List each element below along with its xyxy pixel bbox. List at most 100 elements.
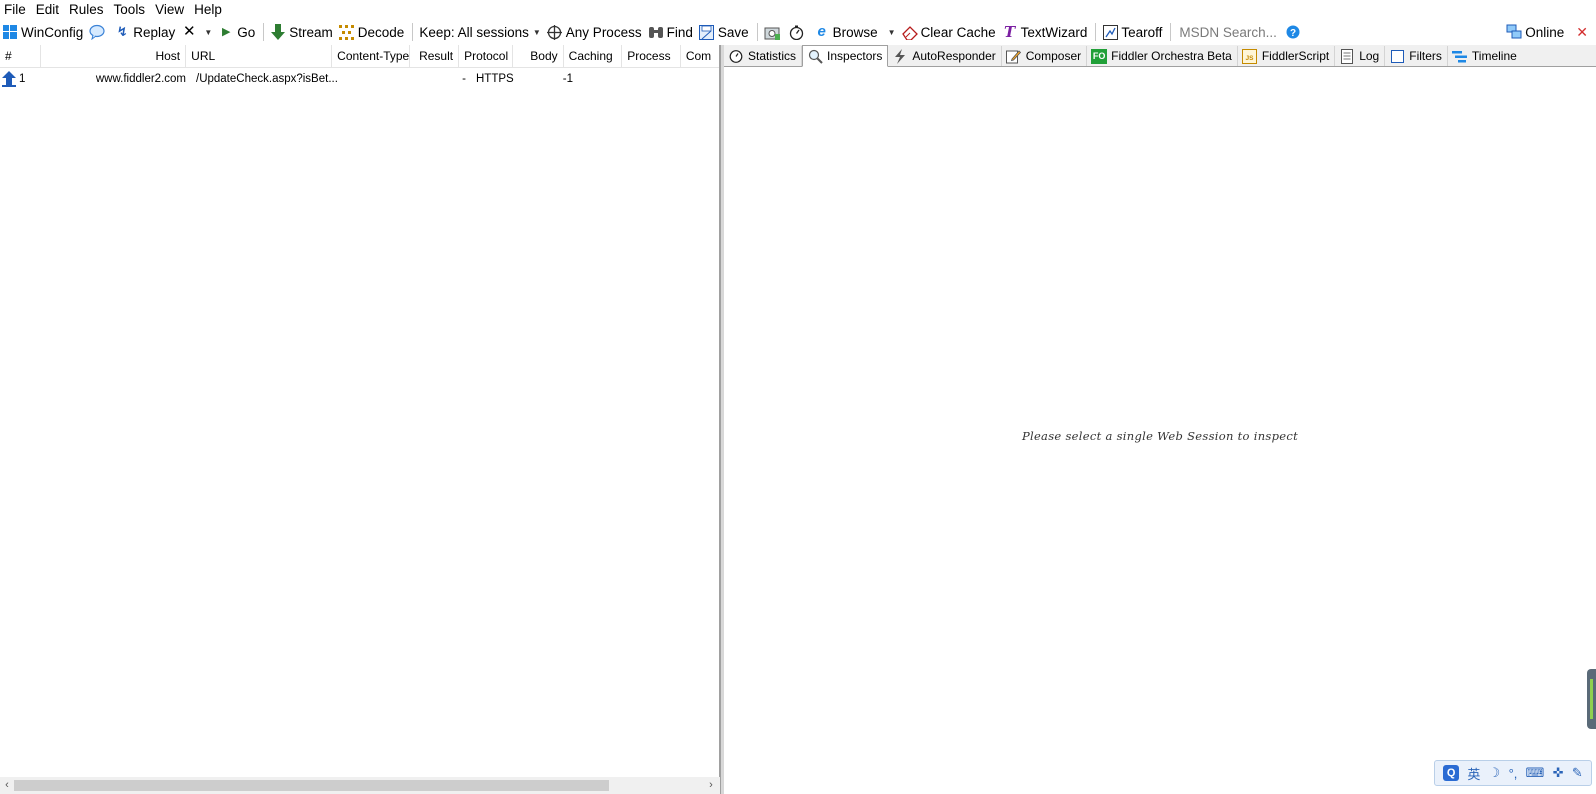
column-header-comments[interactable]: Com <box>681 45 719 68</box>
ime-logo-icon[interactable]: Q <box>1443 765 1460 781</box>
close-button[interactable]: ✕ <box>1568 20 1596 44</box>
find-button[interactable]: Find <box>646 20 697 44</box>
tearoff-button[interactable]: Tearoff <box>1100 20 1166 44</box>
winconfig-label: WinConfig <box>21 24 84 40</box>
log-page-icon <box>1339 48 1355 64</box>
help-button[interactable]: ? <box>1283 20 1308 44</box>
chevron-down-icon: ▼ <box>532 27 541 37</box>
row-number: 1 <box>19 73 26 85</box>
clear-cache-button[interactable]: Clear Cache <box>900 20 1000 44</box>
menu-bar: File Edit Rules Tools View Help <box>0 0 1596 19</box>
comment-button[interactable] <box>87 20 112 44</box>
scroll-right-icon[interactable]: › <box>704 777 718 794</box>
screenshot-button[interactable] <box>762 20 787 44</box>
timeline-bars-icon <box>1451 48 1468 64</box>
camera-icon <box>764 24 780 40</box>
find-label: Find <box>666 24 693 40</box>
column-header-host[interactable]: Host <box>41 45 187 68</box>
tab-autoresponder[interactable]: AutoResponder <box>888 46 1002 66</box>
save-label: Save <box>717 24 749 40</box>
column-header-body[interactable]: Body <box>513 45 564 68</box>
table-row[interactable]: 1 www.fiddler2.com /UpdateCheck.aspx?isB… <box>0 69 698 89</box>
keep-sessions-dropdown[interactable]: Keep: All sessions ▼ <box>417 20 544 44</box>
tab-composer[interactable]: Composer <box>1002 46 1088 66</box>
decode-label: Decode <box>357 24 405 40</box>
browse-button[interactable]: e Browse ▼ <box>812 20 900 44</box>
column-header-content-type[interactable]: Content-Type <box>332 45 411 68</box>
tab-label: Filters <box>1409 49 1442 63</box>
fo-icon: FO <box>1091 48 1108 64</box>
side-gauge-widget[interactable] <box>1587 669 1596 729</box>
menu-view[interactable]: View <box>151 0 190 19</box>
help-icon: ? <box>1285 24 1301 40</box>
timer-button[interactable] <box>787 20 812 44</box>
tab-label: FiddlerScript <box>1261 49 1330 63</box>
toolbar-divider <box>756 23 758 41</box>
host-cell: www.fiddler2.com <box>95 73 186 85</box>
svg-text:?: ? <box>1290 28 1296 39</box>
online-status-button[interactable]: Online <box>1504 20 1568 44</box>
column-header-caching[interactable]: Caching <box>564 45 623 68</box>
punctuation-icon[interactable]: °, <box>1509 766 1518 781</box>
column-header-number[interactable]: # <box>0 45 42 68</box>
menu-help[interactable]: Help <box>190 0 228 19</box>
clear-cache-label: Clear Cache <box>920 24 996 40</box>
ime-language-toggle[interactable]: 英 <box>1467 764 1480 783</box>
tab-log[interactable]: Log <box>1335 46 1386 66</box>
msdn-search-input[interactable]: MSDN Search... <box>1175 22 1283 42</box>
tab-label: Composer <box>1025 49 1082 63</box>
menu-file[interactable]: File <box>0 0 32 19</box>
toolbar-right: Online ✕ <box>1504 20 1596 44</box>
stopwatch-icon <box>789 24 805 40</box>
keyboard-icon[interactable]: ⌨ <box>1526 765 1545 781</box>
column-header-protocol[interactable]: Protocol <box>459 45 513 68</box>
menu-tools[interactable]: Tools <box>110 0 152 19</box>
tab-label: Statistics <box>748 49 797 63</box>
inspector-empty-message: Please select a single Web Session to in… <box>1021 429 1299 443</box>
decode-grid-icon <box>339 24 355 40</box>
menu-edit[interactable]: Edit <box>32 0 65 19</box>
tab-timeline[interactable]: Timeline <box>1448 46 1522 66</box>
any-process-button[interactable]: Any Process <box>545 20 646 44</box>
toolbar-divider <box>263 23 265 41</box>
tab-fiddler-orchestra[interactable]: FO Fiddler Orchestra Beta <box>1087 46 1238 66</box>
tab-label: Timeline <box>1471 49 1517 63</box>
go-label: Go <box>237 24 256 40</box>
checkbox-icon <box>1389 48 1405 64</box>
toolbar-divider <box>1095 23 1097 41</box>
scroll-left-icon[interactable]: ‹ <box>0 777 14 794</box>
save-button[interactable]: Save <box>697 20 753 44</box>
online-label: Online <box>1525 24 1565 40</box>
tab-statistics[interactable]: Statistics <box>724 46 803 66</box>
remove-button[interactable]: ✕ ▼ <box>179 20 216 44</box>
scrollbar-thumb[interactable] <box>14 780 609 791</box>
horizontal-scrollbar[interactable]: ‹ › <box>0 777 720 794</box>
replay-button[interactable]: ↯ Replay <box>112 20 179 44</box>
decode-button[interactable]: Decode <box>337 20 409 44</box>
go-button[interactable]: ▶ Go <box>216 20 259 44</box>
column-header-result[interactable]: Result <box>410 45 460 68</box>
any-process-label: Any Process <box>565 24 642 40</box>
moon-icon[interactable]: ☽ <box>1489 765 1501 781</box>
column-header-process[interactable]: Process <box>622 45 681 68</box>
textwizard-button[interactable]: T TextWizard <box>1000 20 1092 44</box>
tab-filters[interactable]: Filters <box>1385 46 1448 66</box>
tab-inspectors[interactable]: Inspectors <box>802 45 889 67</box>
stream-button[interactable]: Stream <box>268 20 337 44</box>
protocol-cell: HTTPS <box>476 73 514 85</box>
session-list-pane: # Host URL Content-Type Result Protocol … <box>0 45 720 794</box>
toolbar-divider <box>1170 23 1172 41</box>
toolbar-divider <box>412 23 414 41</box>
ime-tools-icon[interactable]: ✜ <box>1553 765 1564 781</box>
inspector-pane: Statistics Inspectors AutoResponder Comp… <box>724 45 1596 794</box>
column-header-url[interactable]: URL <box>186 45 333 68</box>
tearoff-label: Tearoff <box>1121 24 1163 40</box>
script-js-icon: JS <box>1242 48 1258 64</box>
tab-label: Fiddler Orchestra Beta <box>1111 49 1232 63</box>
session-list-header: # Host URL Content-Type Result Protocol … <box>0 45 719 68</box>
result-cell: - <box>462 73 466 85</box>
wrench-icon[interactable]: ✎ <box>1572 765 1583 781</box>
tab-fiddlerscript[interactable]: JS FiddlerScript <box>1238 46 1336 66</box>
winconfig-button[interactable]: WinConfig <box>0 20 87 44</box>
menu-rules[interactable]: Rules <box>65 0 110 19</box>
